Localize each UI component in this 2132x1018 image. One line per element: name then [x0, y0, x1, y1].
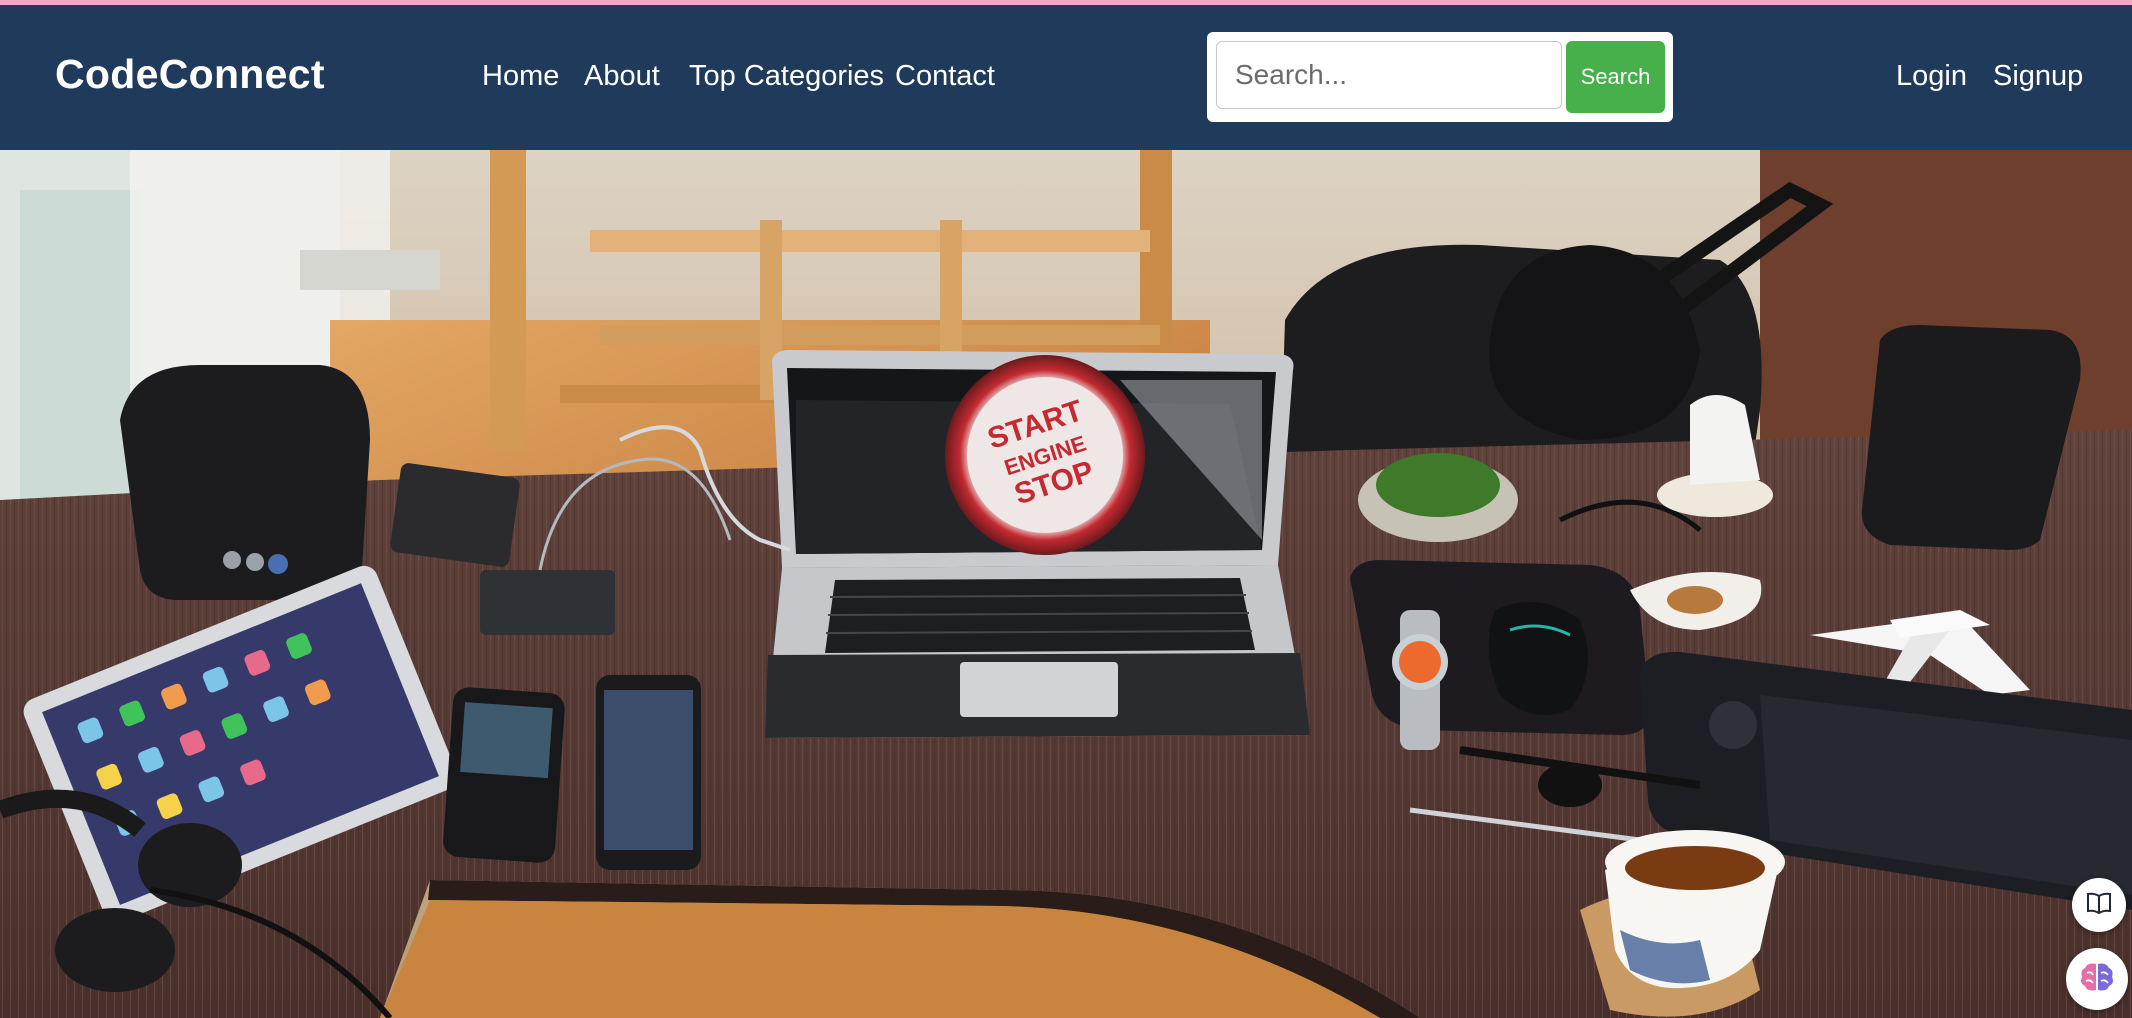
nav-contact[interactable]: Contact: [895, 60, 995, 93]
search-input[interactable]: [1216, 41, 1562, 109]
signup-link[interactable]: Signup: [1993, 60, 2083, 93]
brain-icon: [2079, 961, 2115, 998]
nav-home[interactable]: Home: [482, 60, 559, 93]
login-link[interactable]: Login: [1896, 60, 1967, 93]
search-form: Search: [1207, 32, 1673, 122]
nav-about[interactable]: About: [584, 60, 660, 93]
hero-image: START ENGINE STOP: [0, 150, 2132, 1018]
desk-workspace-photo: START ENGINE STOP: [0, 150, 2132, 1018]
navbar: CodeConnect Home About Top Categories Co…: [0, 5, 2132, 150]
reader-button[interactable]: [2072, 878, 2126, 932]
book-open-icon: [2086, 892, 2112, 919]
assistant-button[interactable]: [2066, 948, 2128, 1010]
nav-top-categories[interactable]: Top Categories: [689, 60, 884, 93]
brand-logo[interactable]: CodeConnect: [55, 51, 325, 98]
search-button[interactable]: Search: [1566, 41, 1665, 113]
